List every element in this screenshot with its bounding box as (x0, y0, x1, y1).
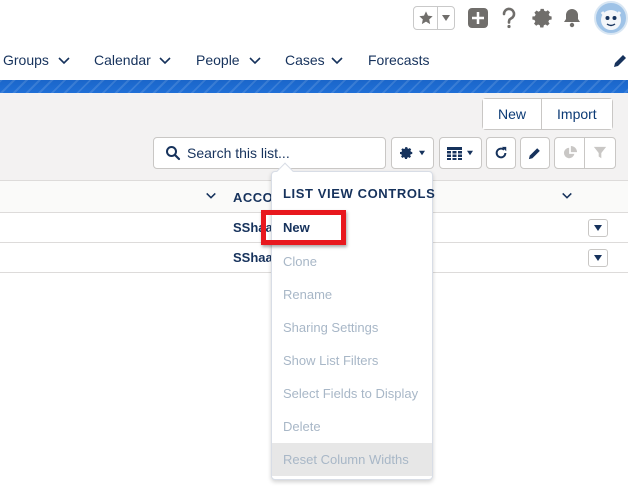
question-icon[interactable] (497, 6, 521, 30)
table-cell[interactable]: SShaa (233, 250, 273, 265)
table-icon (447, 146, 462, 160)
chart-filter-group (554, 137, 616, 169)
gear-icon (399, 147, 412, 160)
row-actions-button[interactable] (588, 219, 608, 237)
nav-item-forecasts[interactable]: Forecasts (368, 52, 429, 68)
menu-item-rename[interactable]: Rename (283, 287, 332, 302)
chevron-down-icon[interactable] (158, 54, 172, 68)
plus-icon[interactable] (466, 6, 490, 30)
menu-item-clone[interactable]: Clone (283, 254, 317, 269)
nav-item-groups[interactable]: Groups (3, 52, 49, 68)
bell-icon[interactable] (560, 6, 584, 30)
row-actions-button[interactable] (588, 249, 608, 267)
menu-item-show-list-filters[interactable]: Show List Filters (283, 353, 378, 368)
favorites-button-group[interactable] (413, 6, 455, 30)
column-header-account[interactable]: ACCO (233, 190, 273, 205)
menu-item-reset-column-widths[interactable]: Reset Column Widths (283, 452, 409, 467)
display-as-button[interactable] (439, 137, 482, 169)
menu-item-sharing-settings[interactable]: Sharing Settings (283, 320, 378, 335)
nav-item-calendar[interactable]: Calendar (94, 52, 151, 68)
chart-button[interactable] (555, 138, 585, 168)
pie-chart-icon (563, 146, 577, 159)
menu-item-select-fields[interactable]: Select Fields to Display (283, 386, 418, 401)
chevron-down-icon[interactable] (57, 54, 71, 68)
refresh-button[interactable] (486, 137, 516, 169)
filter-icon (593, 146, 607, 159)
edit-list-button[interactable] (520, 137, 550, 169)
list-view-controls-button[interactable] (391, 137, 434, 169)
new-button[interactable]: New (483, 99, 542, 129)
search-box[interactable] (153, 137, 386, 169)
chevron-down-icon (418, 150, 425, 156)
chevron-down-icon[interactable] (248, 54, 262, 68)
chevron-down-icon (467, 150, 473, 156)
utility-bar (0, 0, 628, 38)
gear-icon[interactable] (530, 6, 554, 30)
filter-button[interactable] (585, 138, 615, 168)
navigation-bar: Groups Calendar People Cases Forecasts (0, 44, 628, 78)
star-icon[interactable] (414, 7, 438, 29)
chevron-down-icon[interactable] (330, 54, 344, 68)
import-button[interactable]: Import (541, 99, 612, 129)
pencil-icon[interactable] (612, 53, 628, 69)
pencil-icon (528, 148, 540, 160)
search-input[interactable] (187, 145, 377, 161)
chevron-down-icon[interactable] (205, 190, 217, 202)
brand-stripe-pattern (0, 80, 628, 93)
menu-title: LIST VIEW CONTROLS (283, 186, 436, 201)
menu-item-delete[interactable]: Delete (283, 419, 321, 434)
callout-highlight-box (261, 210, 346, 245)
nav-item-people[interactable]: People (196, 52, 240, 68)
refresh-icon (495, 146, 507, 159)
chevron-down-icon[interactable] (438, 7, 454, 29)
header-button-group: New Import (482, 98, 613, 130)
chevron-down-icon[interactable] (561, 190, 573, 202)
search-icon (166, 146, 181, 161)
avatar[interactable] (594, 1, 628, 35)
chevron-down-icon (594, 255, 602, 261)
nav-item-cases[interactable]: Cases (285, 52, 325, 68)
chevron-down-icon (594, 225, 602, 231)
